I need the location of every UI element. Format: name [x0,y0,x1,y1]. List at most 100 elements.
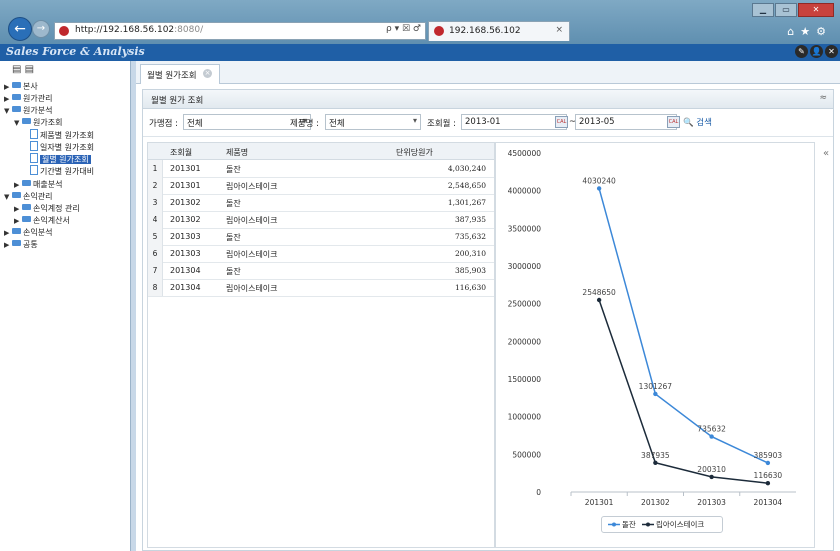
col-month[interactable]: 조회월 [170,147,192,158]
cost-grid: 조회월 제품명 단위당원가 1 201301 돌잔 4,030,240 2 201301 립… [147,142,495,548]
grid-header: 조회월 제품명 단위당원가 [148,143,494,160]
cell-month: 201304 [170,283,201,292]
sidebar-item[interactable]: ▶ 손익계정 관리 [14,203,80,214]
table-row[interactable]: 1 201301 돌잔 4,030,240 [148,160,494,178]
cell-product: 돌잔 [226,165,241,174]
table-row[interactable]: 7 201304 돌잔 385,903 [148,262,494,280]
y-tick-label: 500000 [512,450,541,459]
panel-header: 월별 원가 조회 ≈ [143,90,833,109]
sidebar-item[interactable]: ▶ 공통 [4,239,38,250]
logout-icon[interactable]: ✕ [825,45,838,58]
table-row[interactable]: 4 201302 립아이스테이크 387,935 [148,211,494,229]
collapsed-arrow-icon[interactable]: ▶ [4,95,12,103]
sidebar-item[interactable]: 제품별 원가조회 [22,129,94,140]
user-icon[interactable]: 👤 [810,45,823,58]
data-label: 387935 [641,451,670,460]
chevron-down-icon: ▾ [412,116,417,125]
data-point [653,391,658,397]
browser-toolbar-icons[interactable]: ⌂★⚙ [787,25,832,38]
maximize-button[interactable]: ▭ [775,3,797,17]
cell-month: 201301 [170,164,201,173]
collapsed-arrow-icon[interactable]: ▶ [14,205,22,213]
date-to-input[interactable]: 2013-05 [575,114,677,130]
collapsed-arrow-icon[interactable]: ▶ [4,241,12,249]
collapse-icon[interactable]: ≈ [819,93,827,103]
edit-icon[interactable]: ✎ [795,45,808,58]
address-controls[interactable]: ρ ▾ ☒ ♂ [386,24,421,34]
address-bar[interactable]: http://192.168.56.102:8080/ ρ ▾ ☒ ♂ [54,22,426,40]
x-tick-label: 201303 [697,498,726,507]
cell-product: 돌잔 [226,267,241,276]
expanded-arrow-icon[interactable]: ▼ [4,193,12,201]
back-button[interactable]: ← [8,17,32,41]
date-from-input[interactable]: 2013-01 [461,114,567,130]
chart-collapse-icon[interactable]: « [823,148,829,159]
table-row[interactable]: 2 201301 립아이스테이크 2,548,650 [148,177,494,195]
folder-icon [12,240,21,246]
table-row[interactable]: 8 201304 립아이스테이크 116,630 [148,279,494,297]
page-icon [30,129,38,139]
sidebar-toolbar-icons[interactable]: ▤ ▤ [12,64,34,75]
forward-button[interactable]: → [32,20,50,38]
filter-bar: 가맹점 : 전체 ▾ 제품명 : 전체 ▾ 조회월 : 2013-01 CAL … [143,108,833,137]
browser-tab[interactable]: 192.168.56.102 × [428,21,570,41]
cell-product: 립아이스테이크 [226,250,278,259]
data-point [765,460,771,466]
sidebar-item[interactable]: ▶ 본사 [4,81,38,92]
sidebar-item[interactable]: ▼ 원가조회 [14,117,62,128]
cell-unit-cost: 735,632 [454,232,486,241]
col-unit-cost[interactable]: 단위당원가 [396,147,433,158]
collapsed-arrow-icon[interactable]: ▶ [14,181,22,189]
table-row[interactable]: 6 201303 립아이스테이크 200,310 [148,245,494,263]
expanded-arrow-icon[interactable]: ▼ [4,107,12,115]
calendar-icon[interactable]: CAL [555,116,568,128]
data-point [596,297,602,303]
date-label: 조회월 : [427,119,457,129]
row-number: 3 [148,194,163,211]
data-point [709,434,714,439]
chart-legend: 돌잔 립아이스테이크 [601,516,723,533]
collapsed-arrow-icon[interactable]: ▶ [14,217,22,225]
sidebar-item[interactable]: ▼ 원가분석 [4,105,52,116]
content-area: 월별 원가조회 × 월별 원가 조회 ≈ 가맹점 : 전체 ▾ 제품명 : 전체… [136,61,840,551]
table-row[interactable]: 3 201302 돌잔 1,301,267 [148,194,494,212]
row-number: 7 [148,262,163,279]
col-product[interactable]: 제품명 [226,147,248,158]
data-label: 116630 [754,471,783,480]
row-number: 4 [148,211,163,228]
calendar-icon[interactable]: CAL [667,116,680,128]
tab-label: 월별 원가조회 [147,71,197,81]
sidebar-item[interactable]: ▶ 손익계산서 [14,215,70,226]
tab-close-icon[interactable]: × [555,25,563,35]
search-label: 검색 [696,118,712,128]
sidebar-item[interactable]: ▶ 매출분석 [14,179,62,190]
tab-close-icon[interactable]: × [203,69,212,78]
sidebar-item[interactable]: ▶ 손익분석 [4,227,52,238]
sidebar-item[interactable]: ▼ 손익관리 [4,191,52,202]
sidebar-item[interactable]: 월별 원가조회 [22,153,91,164]
search-button[interactable]: 🔍 검색 [683,116,712,128]
x-tick-label: 201304 [754,498,783,507]
window-close-button[interactable]: ✕ [798,3,834,17]
sidebar-item[interactable]: ▶ 원가관리 [4,93,52,104]
table-row[interactable]: 5 201303 돌잔 735,632 [148,228,494,246]
sidebar-item[interactable]: 기간별 원가대비 [22,165,94,176]
collapsed-arrow-icon[interactable]: ▶ [4,83,12,91]
folder-icon [12,192,21,198]
folder-icon [12,82,21,88]
folder-icon [12,106,21,112]
sidebar-item-label: 손익계산서 [33,216,70,225]
expanded-arrow-icon[interactable]: ▼ [14,119,22,127]
cell-product: 돌잔 [226,199,241,208]
sidebar-item-label: 매출분석 [33,180,63,189]
minimize-button[interactable]: ▁ [752,3,774,17]
query-panel: 월별 원가 조회 ≈ 가맹점 : 전체 ▾ 제품명 : 전체 ▾ 조회월 : 2… [142,89,834,551]
product-select[interactable]: 전체 ▾ [325,114,421,130]
tab-monthly-cost[interactable]: 월별 원가조회 × [140,64,220,84]
search-icon: 🔍 [683,118,694,128]
cost-chart: 0 500000 1000000 1500000 2000000 2500000 30000… [495,142,815,548]
folder-icon [22,180,31,186]
sidebar-item[interactable]: 일자별 원가조회 [22,141,94,152]
store-value: 전체 [187,119,203,129]
collapsed-arrow-icon[interactable]: ▶ [4,229,12,237]
